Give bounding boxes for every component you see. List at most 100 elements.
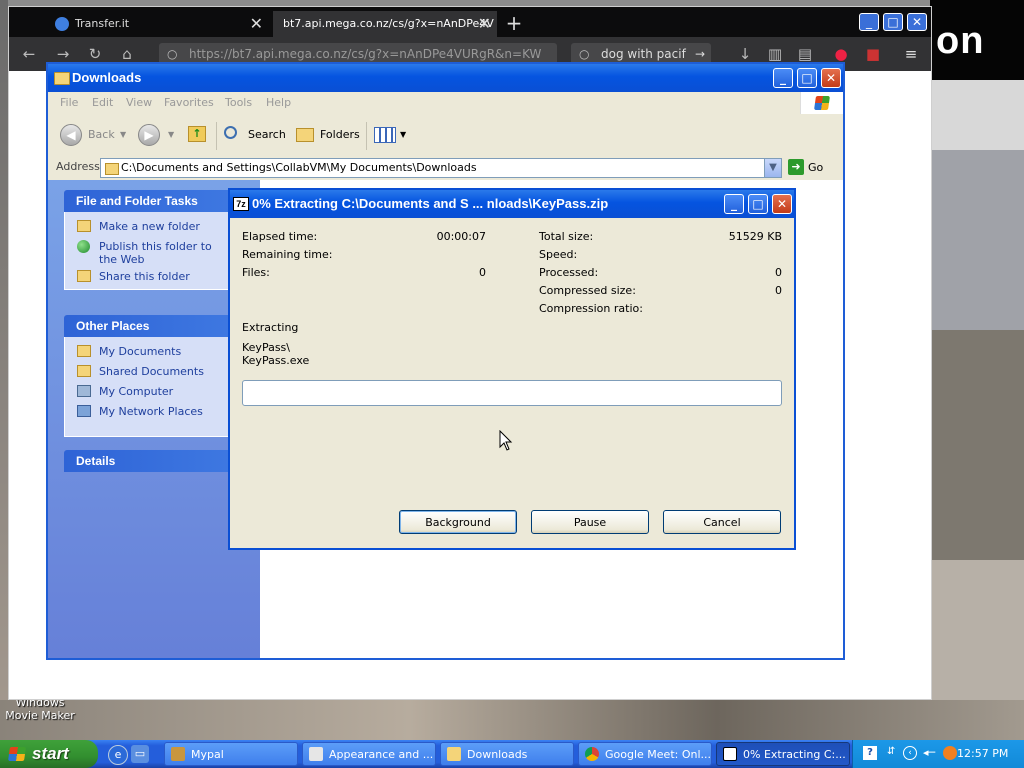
- address-dropdown-button[interactable]: ▼: [764, 158, 782, 178]
- back-label: Back: [88, 128, 115, 141]
- background-button[interactable]: Background: [399, 510, 517, 534]
- explorer-title-bar[interactable]: Downloads: [48, 64, 843, 92]
- folder-icon: [105, 163, 119, 175]
- file-folder-tasks-header[interactable]: File and Folder Tasks: [64, 190, 240, 212]
- taskbar-item-google-meet[interactable]: Google Meet: Onl...: [578, 742, 712, 766]
- explorer-minimize-button[interactable]: _: [773, 68, 793, 88]
- toolbar-separator: [216, 122, 217, 150]
- reload-icon[interactable]: ↻: [85, 45, 105, 63]
- go-label: Go: [808, 161, 824, 174]
- browser-tab-mega[interactable]: bt7.api.mega.co.nz/cs/g?x=nAnDPe4V ✕: [273, 11, 497, 37]
- compression-ratio-label: Compression ratio:: [539, 302, 643, 315]
- dialog-close-button[interactable]: ✕: [772, 194, 792, 214]
- up-folder-icon: ↑: [188, 126, 206, 142]
- chevron-down-icon: ▼: [120, 130, 127, 139]
- other-places-panel: My Documents Shared Documents My Compute…: [64, 337, 240, 437]
- library-icon[interactable]: ▥: [765, 45, 785, 63]
- address-label: Address: [56, 160, 100, 173]
- start-button[interactable]: start: [0, 740, 98, 768]
- mypal-icon: [171, 747, 185, 761]
- browser-minimize-button[interactable]: _: [859, 13, 879, 31]
- pause-button[interactable]: Pause: [531, 510, 649, 534]
- volume-icon[interactable]: ◂─: [923, 746, 935, 759]
- new-tab-icon[interactable]: +: [501, 11, 527, 37]
- back-arrow-icon[interactable]: ←: [19, 45, 39, 63]
- dialog-maximize-button[interactable]: □: [748, 194, 768, 214]
- 7zip-icon: [723, 747, 737, 761]
- extension-icon[interactable]: ■: [863, 45, 883, 63]
- go-button[interactable]: ➜ Go: [788, 159, 838, 177]
- menu-file[interactable]: File: [60, 92, 78, 114]
- dialog-title: 0% Extracting C:\Documents and S ... nlo…: [252, 196, 609, 211]
- menu-view[interactable]: View: [126, 92, 152, 114]
- compressed-size-value: 0: [775, 284, 782, 297]
- home-icon[interactable]: ⌂: [117, 45, 137, 63]
- address-field[interactable]: C:\Documents and Settings\CollabVM\My Do…: [100, 158, 782, 178]
- sidebar-icon[interactable]: ▤: [795, 45, 815, 63]
- explorer-maximize-button[interactable]: □: [797, 68, 817, 88]
- back-arrow-icon: ◀: [60, 124, 82, 146]
- tab-close-icon[interactable]: ✕: [478, 11, 491, 37]
- menu-favorites[interactable]: Favorites: [164, 92, 214, 114]
- dialog-minimize-button[interactable]: _: [724, 194, 744, 214]
- computer-icon: [77, 385, 91, 397]
- folders-icon: [296, 128, 314, 142]
- folders-label: Folders: [320, 128, 360, 141]
- explorer-toolbar: ◀ Back ▼ ▶ ▼ ↑ Search Folders ▼: [48, 114, 843, 157]
- folders-button[interactable]: Folders: [294, 124, 360, 146]
- help-icon[interactable]: ?: [863, 746, 877, 760]
- views-button[interactable]: ▼: [374, 124, 410, 146]
- globe-icon: [77, 240, 90, 253]
- files-value: 0: [479, 266, 486, 279]
- speed-label: Speed:: [539, 248, 578, 261]
- browser-tab-transfer[interactable]: Transfer.it ✕: [49, 11, 269, 37]
- remaining-time-label: Remaining time:: [242, 248, 333, 261]
- tab-close-icon[interactable]: ✕: [250, 11, 263, 37]
- forward-arrow-icon: ▶: [138, 124, 160, 146]
- file-folder-tasks-panel: Make a new folder Publish this folder to…: [64, 212, 240, 290]
- desktop-background-bottom: [0, 700, 1024, 740]
- taskbar-item-label: Google Meet: Onl...: [605, 748, 712, 761]
- address-text: C:\Documents and Settings\CollabVM\My Do…: [121, 161, 477, 174]
- show-desktop-icon[interactable]: ▭: [131, 745, 149, 763]
- taskbar-item-downloads[interactable]: Downloads: [440, 742, 574, 766]
- folder-icon: [447, 747, 461, 761]
- elapsed-time-label: Elapsed time:: [242, 230, 318, 243]
- task-label: Make a new folder: [99, 220, 200, 233]
- ublock-icon[interactable]: ●: [831, 45, 851, 63]
- download-icon[interactable]: ↓: [735, 45, 755, 63]
- menu-icon[interactable]: ≡: [901, 45, 921, 63]
- browser-maximize-button[interactable]: □: [883, 13, 903, 31]
- taskbar: start e ▭ Mypal Appearance and ... Downl…: [0, 740, 1024, 768]
- taskbar-item-appearance[interactable]: Appearance and ...: [302, 742, 436, 766]
- windows-logo-icon: [8, 747, 26, 761]
- 7zip-icon: 7z: [233, 197, 249, 211]
- taskbar-item-mypal[interactable]: Mypal: [164, 742, 298, 766]
- internet-explorer-icon[interactable]: e: [108, 745, 128, 765]
- up-folder-button[interactable]: ↑: [186, 124, 210, 146]
- search-text: dog with pacif: [601, 47, 686, 61]
- menu-tools[interactable]: Tools: [225, 92, 252, 114]
- menu-help[interactable]: Help: [266, 92, 291, 114]
- menu-edit[interactable]: Edit: [92, 92, 113, 114]
- clock[interactable]: 12:57 PM: [957, 740, 1008, 768]
- cancel-button[interactable]: Cancel: [663, 510, 781, 534]
- forward-arrow-icon[interactable]: →: [53, 45, 73, 63]
- search-tray-icon[interactable]: [943, 746, 957, 760]
- dialog-title-bar[interactable]: 7z 0% Extracting C:\Documents and S ... …: [230, 190, 794, 218]
- collapse-tray-icon[interactable]: ‹: [903, 746, 917, 760]
- explorer-close-button[interactable]: ✕: [821, 68, 841, 88]
- search-button[interactable]: Search: [222, 124, 288, 146]
- tab-label: bt7.api.mega.co.nz/cs/g?x=nAnDPe4V: [283, 17, 494, 30]
- details-header[interactable]: Details: [64, 450, 240, 472]
- taskbar-item-extracting[interactable]: 0% Extracting C:...: [716, 742, 850, 766]
- place-label: Shared Documents: [99, 365, 204, 378]
- tab-favicon-icon: [55, 17, 69, 31]
- files-label: Files:: [242, 266, 270, 279]
- other-places-header[interactable]: Other Places: [64, 315, 240, 337]
- folder-icon: [77, 365, 91, 377]
- desktop-background-left: [0, 0, 8, 740]
- network-icon[interactable]: ⇵: [887, 746, 895, 757]
- start-label: start: [32, 744, 69, 763]
- browser-close-button[interactable]: ✕: [907, 13, 927, 31]
